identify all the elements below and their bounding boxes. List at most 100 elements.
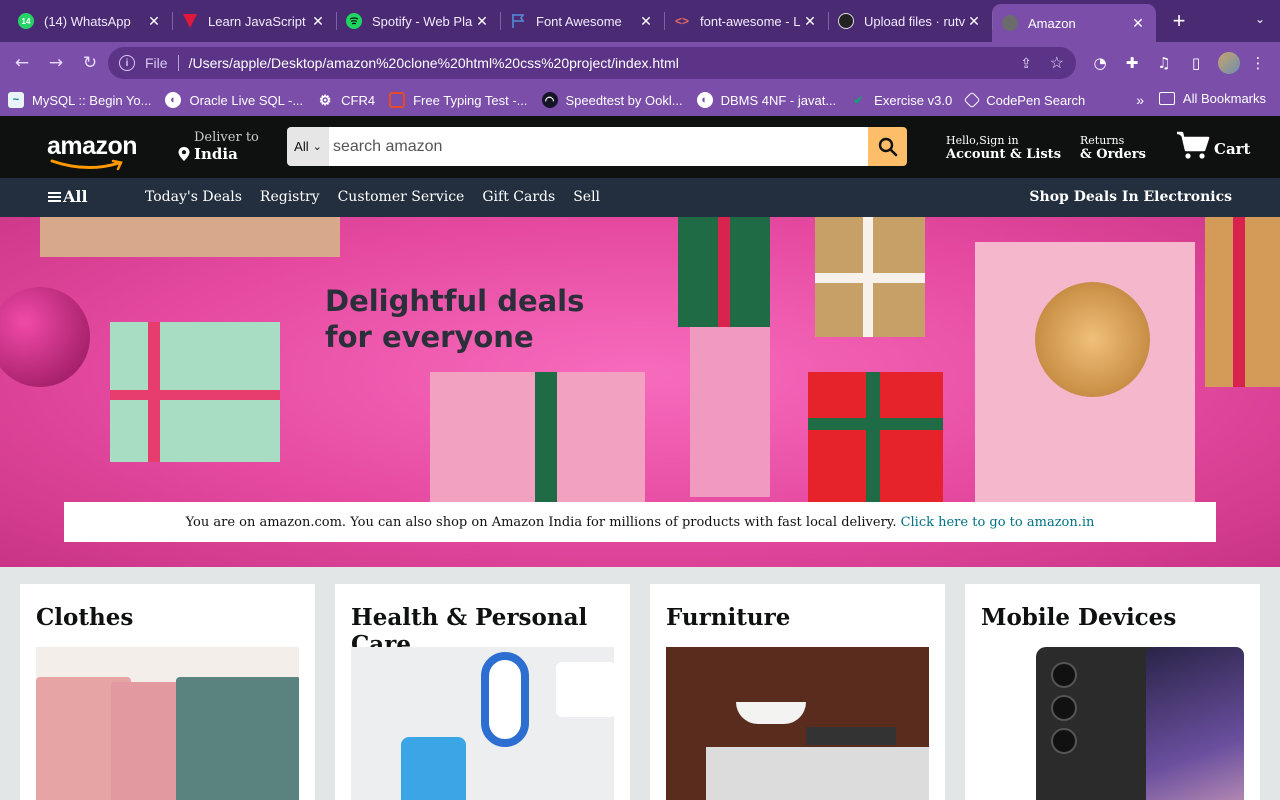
ornament-image [0,287,90,387]
cart-label: Cart [1214,140,1251,158]
forward-arrow-icon[interactable]: → [40,47,72,79]
divider [177,55,179,71]
smile-arrow-icon [50,159,123,171]
tab-font-awesome-library[interactable]: <> font-awesome - L ✕ [664,4,828,38]
tab-font-awesome[interactable]: Font Awesome ✕ [500,4,664,38]
amazon-logo[interactable]: amazon [47,132,138,171]
mobile-image[interactable] [981,647,1244,800]
nav-links: Today's Deals Registry Customer Service … [145,189,600,205]
bookmark-item[interactable]: ~ MySQL :: Begin Yo... [8,92,151,108]
tab-title: Amazon [1028,15,1076,31]
bookmarks-overflow-button[interactable]: » [1136,92,1144,108]
search-button[interactable] [868,127,907,166]
deliver-to[interactable]: Deliver to India [178,130,259,163]
bookmark-item[interactable]: ◠ Speedtest by Ookl... [541,92,683,108]
close-icon[interactable]: ✕ [474,13,490,30]
all-menu-label: All [63,187,88,206]
nav-link-electronics-deals[interactable]: Shop Deals In Electronics [1029,189,1232,205]
search-category-label: All [294,139,309,154]
reload-icon[interactable]: ↻ [74,47,106,79]
hero-title-line1: Delightful deals [325,284,585,318]
avatar[interactable] [1218,52,1240,74]
cart-button[interactable]: Cart [1176,130,1251,160]
category-card-clothes[interactable]: Clothes [20,584,315,800]
bookmark-item[interactable]: CodePen Search [963,91,1085,109]
sign-in-greeting: Hello,Sign in [946,134,1019,147]
bookmark-item[interactable]: Free Typing Test -... [389,92,528,108]
hero-title-line2: for everyone [325,320,534,354]
amazon-nav-bar: All Today's Deals Registry Customer Serv… [0,178,1280,217]
url-text[interactable]: /Users/apple/Desktop/amazon%20clone%20ht… [189,55,679,71]
all-bookmarks-button[interactable]: All Bookmarks [1158,91,1266,106]
nav-link-todays-deals[interactable]: Today's Deals [145,189,242,205]
media-control-icon[interactable]: ♫ [1150,50,1178,76]
close-icon[interactable]: ✕ [1130,15,1146,32]
bookmark-item[interactable]: ✔ Exercise v3.0 [850,92,953,108]
new-tab-button[interactable]: + [1162,4,1196,38]
tab-amazon[interactable]: Amazon ✕ [992,4,1156,42]
bookmark-item[interactable]: ⚙ CFR4 [317,92,375,108]
tab-title: font-awesome - L [700,13,801,29]
tab-search-icon[interactable]: ⌄ [1250,12,1270,32]
tab-whatsapp[interactable]: 14 (14) WhatsApp ✕ [8,4,172,38]
flag-icon [510,13,526,29]
speedometer-icon: ◠ [541,92,558,108]
bookmark-label: Exercise v3.0 [874,92,953,108]
puzzle-icon[interactable]: ✚ [1118,50,1146,76]
tab-spotify[interactable]: Spotify - Web Pla ✕ [336,4,500,38]
tab-title: Spotify - Web Pla [372,13,473,29]
nav-link-sell[interactable]: Sell [573,189,600,205]
clothes-image[interactable] [36,647,299,800]
tab-title: (14) WhatsApp [44,13,131,29]
tab-learn-javascript[interactable]: Learn JavaScript ✕ [172,4,336,38]
address-bar[interactable]: i File /Users/apple/Desktop/amazon%20clo… [108,47,1076,79]
spotify-icon [346,13,362,29]
nav-link-gift-cards[interactable]: Gift Cards [482,189,555,205]
nav-link-registry[interactable]: Registry [260,189,320,205]
gift-box-image [1205,217,1280,387]
health-image[interactable] [351,647,614,800]
extension-icon[interactable]: ◔ [1086,50,1114,76]
back-arrow-icon[interactable]: ← [6,47,38,79]
gift-box-image [430,372,645,512]
search-input[interactable] [329,127,868,166]
close-icon[interactable]: ✕ [146,13,162,30]
bookmark-label: Speedtest by Ookl... [565,92,683,108]
close-icon[interactable]: ✕ [638,13,654,30]
bookmark-label: Oracle Live SQL -... [189,92,304,108]
tab-strip: 14 (14) WhatsApp ✕ Learn JavaScript ✕ Sp… [0,0,1280,42]
nav-link-customer-service[interactable]: Customer Service [338,189,465,205]
menu-icon[interactable]: ⋮ [1244,50,1272,76]
close-icon[interactable]: ✕ [310,13,326,30]
globe-icon [1002,15,1018,31]
bookmark-item[interactable]: ◐ Oracle Live SQL -... [165,92,303,108]
category-card-mobile[interactable]: Mobile Devices [965,584,1260,800]
bookmark-item[interactable]: ◐ DBMS 4NF - javat... [696,92,836,108]
category-card-health[interactable]: Health & Personal Care [335,584,630,800]
mysql-icon: ~ [8,92,24,108]
scheme-label: File [145,55,168,71]
bookmark-label: Free Typing Test -... [413,92,528,108]
sidebar-icon[interactable]: ▯ [1182,50,1210,76]
returns-and-orders[interactable]: Returns & Orders [1080,134,1146,162]
amazon-in-link[interactable]: Click here to go to amazon.in [901,515,1095,530]
tab-github-upload[interactable]: Upload files · rutv ✕ [828,4,992,38]
hero-banner[interactable]: Delightful deals for everyone You are on… [0,217,1280,567]
star-icon[interactable]: ☆ [1050,53,1064,73]
close-icon[interactable]: ✕ [802,13,818,30]
chevron-down-icon: ⌄ [312,141,322,153]
returns-label: Returns [1080,134,1125,147]
share-icon[interactable]: ⇪ [1020,55,1032,72]
all-menu-button[interactable]: All [48,187,88,206]
info-icon[interactable]: i [119,55,135,71]
close-icon[interactable]: ✕ [966,13,982,30]
hamburger-icon [48,190,61,204]
furniture-image[interactable] [666,647,929,800]
hero-title: Delightful deals for everyone [325,283,584,355]
extension-area: ◔ ✚ ♫ ▯ ⋮ [1086,50,1272,76]
account-and-lists[interactable]: Hello,Sign in Account & Lists [946,134,1061,162]
bookmark-label: MySQL :: Begin Yo... [32,92,152,108]
category-card-furniture[interactable]: Furniture [650,584,945,800]
search-category-select[interactable]: All ⌄ [287,127,329,166]
gift-box-image [815,217,925,337]
